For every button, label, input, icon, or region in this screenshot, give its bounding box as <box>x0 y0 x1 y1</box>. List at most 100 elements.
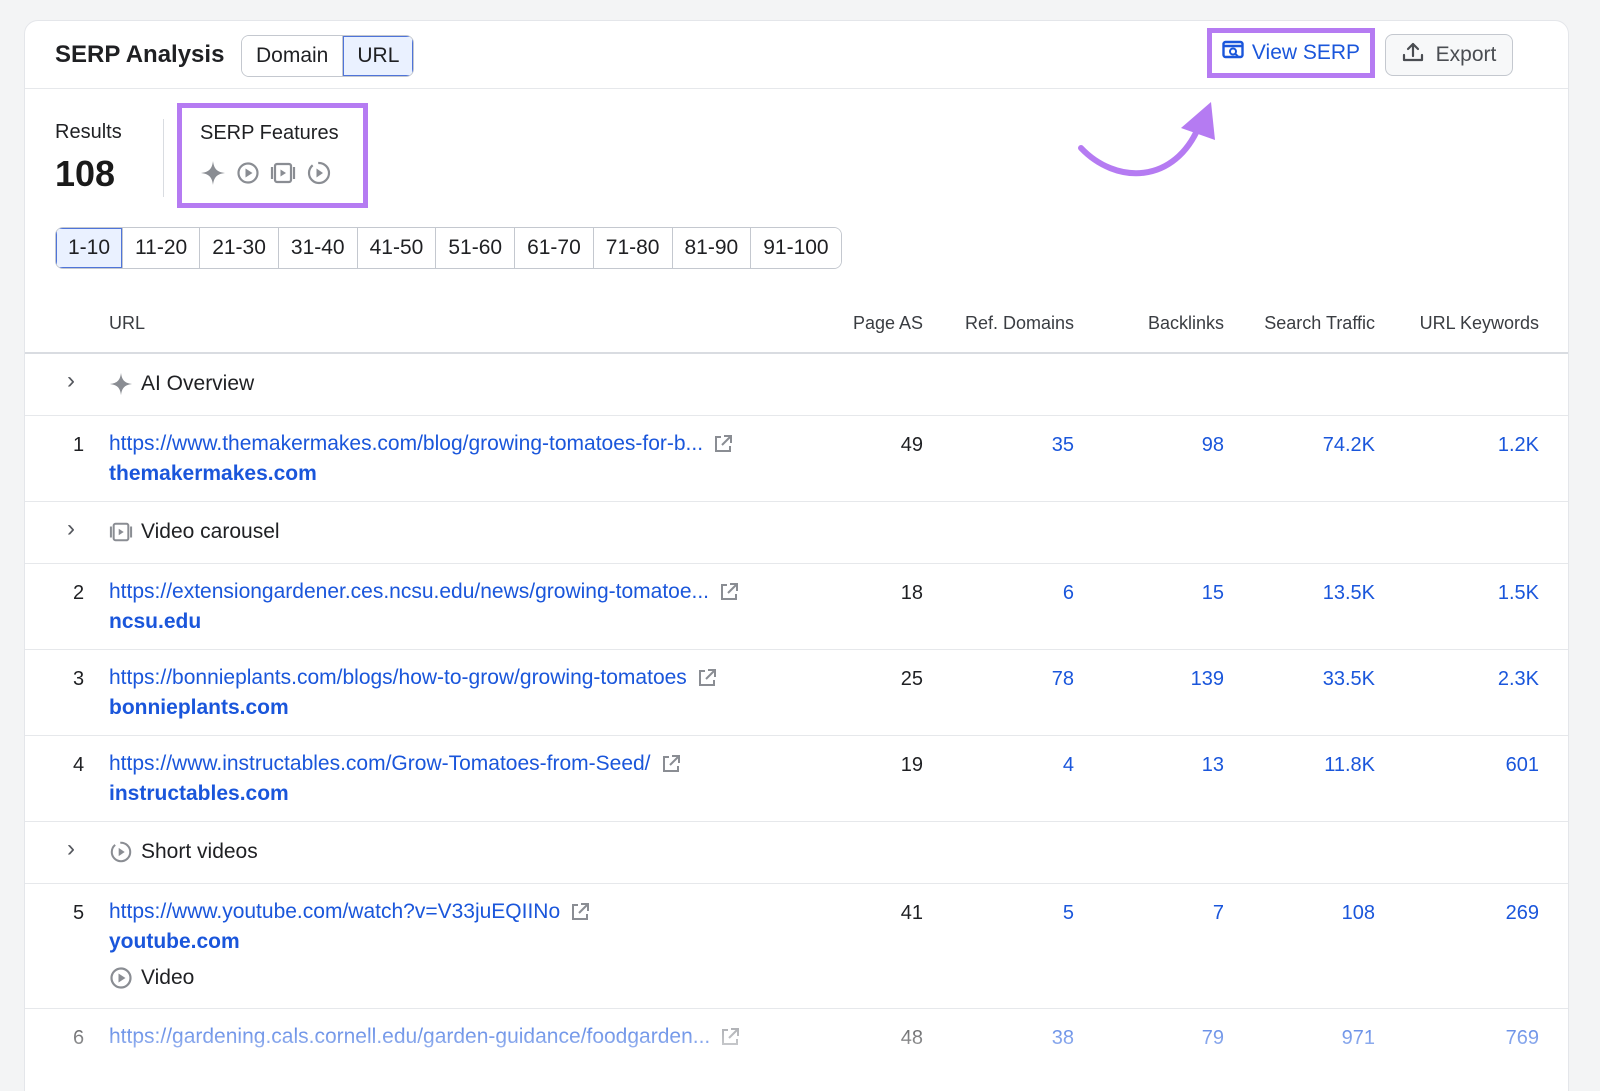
col-url-keywords[interactable]: URL Keywords <box>1420 313 1539 334</box>
row-url[interactable]: https://www.youtube.com/watch?v=V33juEQI… <box>109 900 590 924</box>
col-page-as[interactable]: Page AS <box>853 313 923 334</box>
pagination: 1-10 11-20 21-30 31-40 41-50 51-60 61-70… <box>55 227 842 269</box>
video-carousel-icon <box>109 522 133 542</box>
cell-ref-domains[interactable]: 78 <box>1052 668 1074 691</box>
cell-ref-domains[interactable]: 4 <box>1063 754 1074 777</box>
page-title: SERP Analysis <box>55 41 225 68</box>
ai-overview-icon[interactable] <box>200 160 226 191</box>
page-71-80[interactable]: 71-80 <box>593 228 673 268</box>
group-row-ai-overview[interactable]: › AI Overview <box>25 354 1568 416</box>
page-81-90[interactable]: 81-90 <box>672 228 752 268</box>
row-domain[interactable]: themakermakes.com <box>109 462 317 486</box>
page-61-70[interactable]: 61-70 <box>515 228 594 268</box>
cell-backlinks[interactable]: 15 <box>1202 582 1224 605</box>
external-link-icon[interactable] <box>697 668 717 688</box>
export-button[interactable]: Export <box>1385 34 1513 76</box>
external-link-icon[interactable] <box>719 582 739 602</box>
row-url-text[interactable]: https://gardening.cals.cornell.edu/garde… <box>109 1025 710 1049</box>
cell-backlinks[interactable]: 13 <box>1202 754 1224 777</box>
external-link-icon[interactable] <box>570 902 590 922</box>
external-link-icon[interactable] <box>661 754 681 774</box>
cell-ref-domains[interactable]: 38 <box>1052 1027 1074 1050</box>
toggle-domain[interactable]: Domain <box>242 36 344 76</box>
view-serp-button[interactable]: View SERP <box>1207 28 1375 78</box>
page-41-50[interactable]: 41-50 <box>357 228 437 268</box>
cell-backlinks[interactable]: 98 <box>1202 434 1224 457</box>
cell-url-keywords[interactable]: 2.3K <box>1498 668 1539 691</box>
cell-url-keywords[interactable]: 269 <box>1506 902 1539 925</box>
row-url[interactable]: https://extensiongardener.ces.ncsu.edu/n… <box>109 580 739 604</box>
row-serp-feature: Video <box>109 966 194 990</box>
cell-search-traffic[interactable]: 971 <box>1342 1027 1375 1050</box>
group-row-video-carousel[interactable]: › Video carousel <box>25 502 1568 564</box>
row-rank: 3 <box>73 668 85 690</box>
row-domain[interactable]: instructables.com <box>109 782 289 806</box>
cell-url-keywords[interactable]: 1.5K <box>1498 582 1539 605</box>
external-link-icon[interactable] <box>713 434 733 454</box>
toggle-url[interactable]: URL <box>343 36 414 76</box>
cell-ref-domains[interactable]: 6 <box>1063 582 1074 605</box>
cell-ref-domains[interactable]: 35 <box>1052 434 1074 457</box>
cell-page-as: 41 <box>900 902 923 924</box>
table-row: 3 https://bonnieplants.com/blogs/how-to-… <box>25 650 1568 736</box>
col-url[interactable]: URL <box>109 313 145 334</box>
col-ref-domains[interactable]: Ref. Domains <box>965 313 1074 334</box>
card-header: SERP Analysis Domain URL View SERP Expor… <box>25 21 1568 89</box>
group-label-text: Video carousel <box>141 520 280 543</box>
export-label: Export <box>1435 43 1497 66</box>
cell-url-keywords[interactable]: 1.2K <box>1498 434 1539 457</box>
cell-page-as: 19 <box>900 754 923 776</box>
cell-search-traffic[interactable]: 108 <box>1342 902 1375 925</box>
col-backlinks[interactable]: Backlinks <box>1148 313 1224 334</box>
page-1-10[interactable]: 1-10 <box>56 228 124 268</box>
group-label: Short videos <box>109 840 258 864</box>
cell-search-traffic[interactable]: 74.2K <box>1323 434 1375 457</box>
row-url[interactable]: https://www.instructables.com/Grow-Tomat… <box>109 752 681 776</box>
annotation-arrow-icon <box>1078 102 1215 177</box>
cell-backlinks[interactable]: 79 <box>1202 1027 1224 1050</box>
group-label: AI Overview <box>109 372 254 396</box>
row-url[interactable]: https://gardening.cals.cornell.edu/garde… <box>109 1025 740 1049</box>
cell-page-as: 49 <box>900 434 923 456</box>
group-label-text: AI Overview <box>141 372 255 395</box>
short-videos-icon[interactable] <box>306 160 332 191</box>
row-domain[interactable]: ncsu.edu <box>109 610 201 634</box>
cell-ref-domains[interactable]: 5 <box>1063 902 1074 925</box>
cell-backlinks[interactable]: 139 <box>1191 668 1224 691</box>
row-url-text[interactable]: https://www.instructables.com/Grow-Tomat… <box>109 752 651 776</box>
row-url-text[interactable]: https://www.youtube.com/watch?v=V33juEQI… <box>109 900 560 924</box>
page-11-20[interactable]: 11-20 <box>123 228 201 268</box>
cell-page-as: 25 <box>900 668 923 690</box>
video-carousel-icon[interactable] <box>270 161 296 190</box>
page-21-30[interactable]: 21-30 <box>200 228 279 268</box>
row-url[interactable]: https://www.themakermakes.com/blog/growi… <box>109 432 733 456</box>
cell-search-traffic[interactable]: 33.5K <box>1323 668 1375 691</box>
page-31-40[interactable]: 31-40 <box>278 228 358 268</box>
row-domain[interactable]: bonnieplants.com <box>109 696 289 720</box>
video-icon[interactable] <box>236 161 260 190</box>
serp-features-label: SERP Features <box>200 122 339 144</box>
table-row: 6 https://gardening.cals.cornell.edu/gar… <box>25 1009 1568 1091</box>
group-label: Video carousel <box>109 520 280 544</box>
external-link-icon[interactable] <box>720 1027 740 1047</box>
row-url-text[interactable]: https://www.themakermakes.com/blog/growi… <box>109 432 703 456</box>
page-91-100[interactable]: 91-100 <box>751 228 841 268</box>
row-domain[interactable]: youtube.com <box>109 930 240 954</box>
page-51-60[interactable]: 51-60 <box>436 228 516 268</box>
row-url-text[interactable]: https://bonnieplants.com/blogs/how-to-gr… <box>109 666 687 690</box>
cell-url-keywords[interactable]: 769 <box>1506 1027 1539 1050</box>
group-row-short-videos[interactable]: › Short videos <box>25 822 1568 884</box>
chevron-right-icon[interactable]: › <box>67 515 75 543</box>
cell-search-traffic[interactable]: 13.5K <box>1323 582 1375 605</box>
view-serp-label: View SERP <box>1251 41 1361 64</box>
row-rank: 1 <box>73 434 85 456</box>
row-url[interactable]: https://bonnieplants.com/blogs/how-to-gr… <box>109 666 717 690</box>
cell-search-traffic[interactable]: 11.8K <box>1324 754 1375 777</box>
chevron-right-icon[interactable]: › <box>67 367 75 395</box>
cell-url-keywords[interactable]: 601 <box>1506 754 1539 777</box>
chevron-right-icon[interactable]: › <box>67 835 75 863</box>
row-rank: 6 <box>73 1027 85 1049</box>
row-url-text[interactable]: https://extensiongardener.ces.ncsu.edu/n… <box>109 580 709 604</box>
cell-backlinks[interactable]: 7 <box>1213 902 1224 925</box>
col-search-traffic[interactable]: Search Traffic <box>1264 313 1375 334</box>
